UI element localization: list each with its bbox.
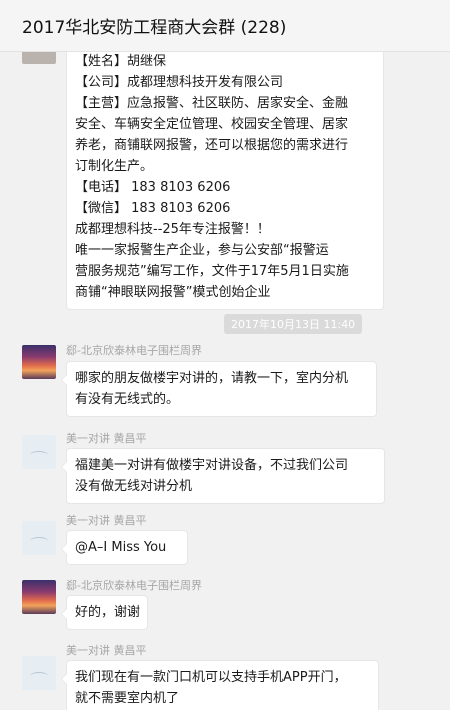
sender-name: 郄-北京欣泰林电子围栏周界 [66,579,202,592]
message-bubble[interactable]: 我们现在有一款门口机可以支持手机APP开门， 就不需要室内机了 [61,660,379,710]
message-text: 有没有无线式的。 [75,392,180,407]
bird-icon [30,451,48,459]
sender-name: 郄-北京欣泰林电子围栏周界 [66,344,202,357]
message-text: 【电话】 183 8103 6206 [75,180,231,195]
bird-icon [30,672,48,680]
avatar[interactable] [22,656,56,690]
avatar[interactable] [22,580,56,614]
message-text: 商铺“神眼联网报警”模式创始企业 [75,285,271,300]
message-text: 就不需要室内机了 [75,691,180,706]
message-bubble[interactable]: @A–I Miss You [61,530,188,565]
message-text: 福建美一对讲有做楼宇对讲设备，不过我们公司 [75,458,349,473]
message-text: 【主营】应急报警、社区联防、居家安全、金融 [75,96,349,111]
message-text: 【微信】 183 8103 6206 [75,201,231,216]
avatar[interactable] [22,345,56,379]
group-title: 2017华北安防工程商大会群 (228) [22,18,287,38]
avatar[interactable] [22,52,56,64]
message-text: 营服务规范”编写工作，文件于17年5月1日实施 [75,264,349,279]
avatar[interactable] [22,435,56,469]
message-text: 【公司】成都理想科技开发有限公司 [75,75,284,90]
message-text: 没有做无线对讲分机 [75,479,193,494]
message-bubble[interactable]: 哪家的朋友做楼宇对讲的，请教一下，室内分机 有没有无线式的。 [61,361,377,417]
sender-name: 美一对讲 黄昌平 [66,432,147,445]
chat-title-bar: 2017华北安防工程商大会群 (228) [0,0,450,52]
timestamp-badge: 2017年10月13日 11:40 [224,314,363,334]
message-text: 我们现在有一款门口机可以支持手机APP开门， [75,670,347,685]
message-text: 【姓名】胡继保 [75,54,167,69]
message-list[interactable]: 【姓名】胡继保 【公司】成都理想科技开发有限公司 【主营】应急报警、社区联防、居… [0,52,450,710]
message-text: 唯一一家报警生产企业，参与公安部“报警运 [75,243,329,258]
avatar[interactable] [22,521,56,555]
sender-name: 美一对讲 黄昌平 [66,514,147,527]
message-text: 成都理想科技--25年专注报警！！ [75,222,270,237]
message-bubble[interactable]: 好的，谢谢 [61,595,148,630]
message-text: 订制化生产。 [75,159,154,174]
bird-icon [30,537,48,545]
sender-name: 美一对讲 黄昌平 [66,644,147,657]
message-text: 好的，谢谢 [75,605,141,620]
message-bubble[interactable]: 【姓名】胡继保 【公司】成都理想科技开发有限公司 【主营】应急报警、社区联防、居… [66,52,384,310]
message-bubble[interactable]: 福建美一对讲有做楼宇对讲设备，不过我们公司 没有做无线对讲分机 [61,448,385,504]
message-text: @A–I Miss You [75,540,167,555]
message-text: 养老，商铺联网报警，还可以根据您的需求进行 [75,138,349,153]
message-text: 安全、车辆安全定位管理、校园安全管理、居家 [75,117,349,132]
message-text: 哪家的朋友做楼宇对讲的，请教一下，室内分机 [75,371,349,386]
